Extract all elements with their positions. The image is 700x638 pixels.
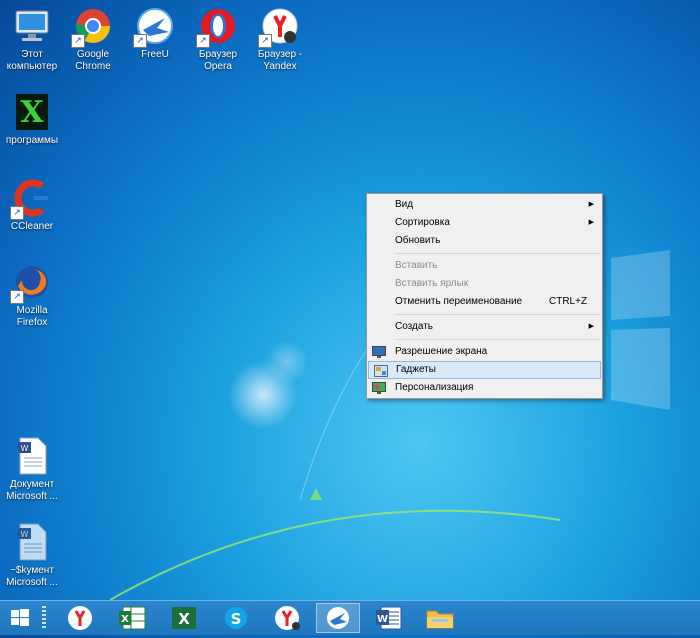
- menu-item-personalize[interactable]: Персонализация: [367, 379, 602, 397]
- shortcut-arrow-icon: ↗: [133, 34, 147, 48]
- taskbar-excel-green[interactable]: X: [111, 603, 155, 633]
- taskbar-yandex-browser[interactable]: [265, 603, 309, 633]
- taskbar-freeu[interactable]: [316, 603, 360, 633]
- desktop-icon-word-document[interactable]: W Документ Microsoft ...: [0, 436, 64, 503]
- svg-text:W: W: [21, 530, 29, 539]
- skype-icon: S: [225, 607, 247, 629]
- desktop-icon-opera[interactable]: ↗ Браузер Opera: [186, 6, 250, 73]
- spreadsheet-icon: X: [119, 606, 146, 630]
- menu-item-label: Гаджеты: [396, 364, 436, 375]
- start-button[interactable]: [0, 603, 40, 633]
- menu-separator: [395, 339, 600, 340]
- shortcut-arrow-icon: ↗: [258, 34, 272, 48]
- firefox-icon: ↗: [10, 262, 52, 304]
- svg-text:W: W: [21, 444, 29, 453]
- desktop-icon-this-computer[interactable]: Этот компьютер: [0, 6, 64, 73]
- taskbar-explorer[interactable]: [418, 603, 462, 633]
- icon-label: программы: [5, 135, 59, 146]
- menu-item-view[interactable]: Вид ▶: [367, 196, 602, 214]
- display-icon: [372, 346, 386, 358]
- word-icon: W: [376, 606, 402, 630]
- menu-item-refresh[interactable]: Обновить: [367, 232, 602, 250]
- excel-letter: X: [121, 614, 129, 625]
- yandex-icon: ↗: [258, 6, 300, 48]
- menu-item-new[interactable]: Создать ▶: [367, 318, 602, 336]
- icon-label: ~$kумент Microsoft ...: [6, 565, 58, 588]
- menu-item-sort[interactable]: Сортировка ▶: [367, 214, 602, 232]
- desktop-icon-firefox[interactable]: ↗ Mozilla Firefox: [0, 262, 64, 329]
- word-document-icon: W: [12, 522, 52, 562]
- desktop-context-menu: Вид ▶ Сортировка ▶ Обновить Вставить Вст…: [366, 193, 603, 399]
- svg-text:X: X: [20, 95, 44, 130]
- menu-item-label: Персонализация: [395, 382, 474, 393]
- desktop-icon-yandex[interactable]: ↗ Браузер - Yandex: [248, 6, 312, 73]
- menu-item-label: Разрешение экрана: [395, 346, 488, 357]
- taskbar-skype[interactable]: S: [214, 603, 258, 633]
- submenu-arrow-icon: ▶: [588, 219, 594, 226]
- excel-icon: X: [172, 607, 196, 629]
- desktop-icon-programs[interactable]: X программы: [0, 92, 64, 147]
- desktop-icon-word-temp-document[interactable]: W ~$kумент Microsoft ...: [0, 522, 64, 589]
- taskbar-word[interactable]: W: [367, 603, 411, 633]
- menu-separator: [395, 253, 600, 254]
- computer-icon: [12, 6, 52, 46]
- freeu-icon: [327, 607, 349, 629]
- icon-label: CCleaner: [10, 221, 54, 232]
- desktop-icon-google-chrome[interactable]: ↗ Google Chrome: [61, 6, 125, 73]
- shortcut-arrow-icon: ↗: [196, 34, 210, 48]
- menu-item-label: Вставить: [395, 260, 438, 271]
- icon-label: Этот компьютер: [6, 49, 58, 72]
- chrome-icon: ↗: [71, 6, 113, 48]
- menu-item-label: Сортировка: [395, 217, 450, 228]
- desktop-icon-ccleaner[interactable]: ↗ CCleaner: [0, 178, 64, 233]
- menu-separator: [395, 314, 600, 315]
- excel-letter: X: [178, 610, 190, 628]
- menu-shortcut-text: CTRL+Z: [549, 296, 588, 307]
- submenu-arrow-icon: ▶: [588, 323, 594, 330]
- desktop[interactable]: Этот компьютер ↗ Google Chrome ↗ FreeU ↗…: [0, 0, 700, 600]
- gadgets-icon: [374, 365, 388, 377]
- skype-letter: S: [231, 610, 242, 628]
- personalize-icon: [372, 382, 386, 394]
- shortcut-arrow-icon: ↗: [10, 290, 24, 304]
- menu-item-label: Отменить переименование: [395, 296, 523, 307]
- ccleaner-icon: ↗: [10, 178, 52, 220]
- menu-item-label: Вставить ярлык: [395, 278, 469, 289]
- submenu-arrow-icon: ▶: [588, 201, 594, 208]
- taskbar-grip[interactable]: [42, 606, 46, 630]
- yandex-icon: [68, 606, 92, 630]
- icon-label: Браузер Opera: [198, 49, 238, 72]
- taskbar: X X S W: [0, 600, 700, 635]
- programs-icon: X: [12, 92, 52, 132]
- taskbar-yandex[interactable]: [58, 603, 102, 633]
- word-letter: W: [377, 614, 388, 625]
- word-document-icon: W: [12, 436, 52, 476]
- icon-label: Mozilla Firefox: [16, 305, 48, 328]
- shortcut-arrow-icon: ↗: [71, 34, 85, 48]
- menu-item-screen-resolution[interactable]: Разрешение экрана: [367, 343, 602, 361]
- opera-icon: ↗: [196, 6, 238, 48]
- menu-item-undo-rename[interactable]: Отменить переименование CTRL+Z: [367, 293, 602, 311]
- menu-item-label: Создать: [395, 321, 434, 332]
- windows-start-icon: [11, 609, 29, 626]
- yandex-browser-icon: [275, 606, 300, 630]
- taskbar-excel[interactable]: X: [162, 603, 206, 633]
- icon-label: Google Chrome: [75, 49, 111, 72]
- menu-item-paste-shortcut[interactable]: Вставить ярлык: [367, 275, 602, 293]
- icon-label: Документ Microsoft ...: [6, 479, 58, 502]
- icon-label: Браузер - Yandex: [257, 49, 303, 72]
- icon-label: FreeU: [141, 49, 169, 60]
- menu-item-label: Обновить: [395, 235, 441, 246]
- folder-icon: [426, 610, 454, 629]
- menu-item-label: Вид: [395, 199, 414, 210]
- freeu-icon: ↗: [133, 6, 175, 48]
- menu-item-paste[interactable]: Вставить: [367, 257, 602, 275]
- desktop-icon-freeu[interactable]: ↗ FreeU: [123, 6, 187, 61]
- shortcut-arrow-icon: ↗: [10, 206, 24, 220]
- menu-item-gadgets[interactable]: Гаджеты: [368, 361, 601, 379]
